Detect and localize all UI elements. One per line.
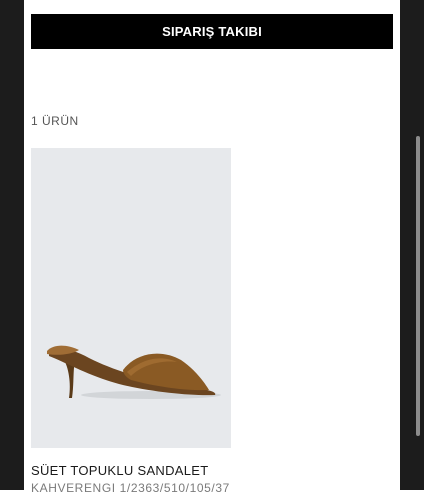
scrollbar-thumb[interactable] <box>416 136 420 436</box>
item-count: 1 ÜRÜN <box>31 114 79 128</box>
product-name[interactable]: SÜET TOPUKLU SANDALET <box>31 463 209 478</box>
sandal-photo-icon <box>31 148 231 448</box>
product-details: KAHVERENGI 1/2363/510/105/37 <box>31 481 230 495</box>
device-frame-left <box>0 0 24 490</box>
device-frame-right <box>400 0 424 490</box>
order-tracking-button[interactable]: SIPARIŞ TAKIBI <box>31 14 393 49</box>
product-image[interactable] <box>31 148 231 448</box>
